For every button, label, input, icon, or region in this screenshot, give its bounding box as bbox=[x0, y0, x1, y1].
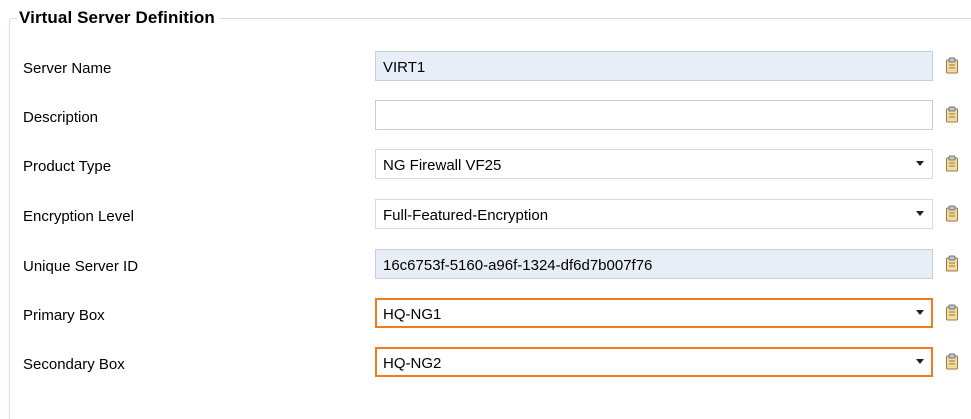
server-name-label: Server Name bbox=[23, 60, 112, 77]
primary-box-label: Primary Box bbox=[23, 307, 105, 324]
product-type-value: NG Firewall VF25 bbox=[383, 157, 502, 174]
chevron-down-icon[interactable] bbox=[916, 359, 924, 364]
primary-box-select[interactable]: HQ-NG1 bbox=[375, 298, 933, 328]
encryption-level-select[interactable]: Full-Featured-Encryption bbox=[375, 199, 933, 229]
row-encryption-level: Encryption Level Full-Featured-Encryptio… bbox=[0, 199, 971, 233]
secondary-box-select[interactable]: HQ-NG2 bbox=[375, 347, 933, 377]
clipboard-icon[interactable] bbox=[945, 304, 959, 321]
clipboard-icon[interactable] bbox=[945, 155, 959, 172]
clipboard-icon[interactable] bbox=[945, 255, 959, 272]
clipboard-icon[interactable] bbox=[945, 106, 959, 123]
secondary-box-label: Secondary Box bbox=[23, 356, 125, 373]
primary-box-value: HQ-NG1 bbox=[383, 306, 442, 323]
encryption-level-label: Encryption Level bbox=[23, 208, 134, 225]
server-name-field[interactable]: VIRT1 bbox=[375, 51, 933, 81]
group-title: Virtual Server Definition bbox=[17, 8, 219, 28]
encryption-level-value: Full-Featured-Encryption bbox=[383, 207, 549, 224]
row-primary-box: Primary Box HQ-NG1 bbox=[0, 298, 971, 332]
row-product-type: Product Type NG Firewall VF25 bbox=[0, 149, 971, 183]
clipboard-icon[interactable] bbox=[945, 205, 959, 222]
product-type-select[interactable]: NG Firewall VF25 bbox=[375, 149, 933, 179]
row-secondary-box: Secondary Box HQ-NG2 bbox=[0, 347, 971, 381]
row-unique-server-id: Unique Server ID 16c6753f-5160-a96f-1324… bbox=[0, 249, 971, 283]
chevron-down-icon[interactable] bbox=[916, 310, 924, 315]
description-label: Description bbox=[23, 109, 99, 126]
row-description: Description bbox=[0, 100, 971, 134]
unique-server-id-field[interactable]: 16c6753f-5160-a96f-1324-df6d7b007f76 bbox=[375, 249, 933, 279]
chevron-down-icon[interactable] bbox=[916, 161, 924, 166]
description-field[interactable] bbox=[375, 100, 933, 130]
row-server-name: Server Name VIRT1 bbox=[0, 51, 971, 85]
clipboard-icon[interactable] bbox=[945, 57, 959, 74]
product-type-label: Product Type bbox=[23, 158, 112, 175]
unique-server-id-label: Unique Server ID bbox=[23, 258, 139, 275]
chevron-down-icon[interactable] bbox=[916, 211, 924, 216]
secondary-box-value: HQ-NG2 bbox=[383, 355, 442, 372]
clipboard-icon[interactable] bbox=[945, 353, 959, 370]
